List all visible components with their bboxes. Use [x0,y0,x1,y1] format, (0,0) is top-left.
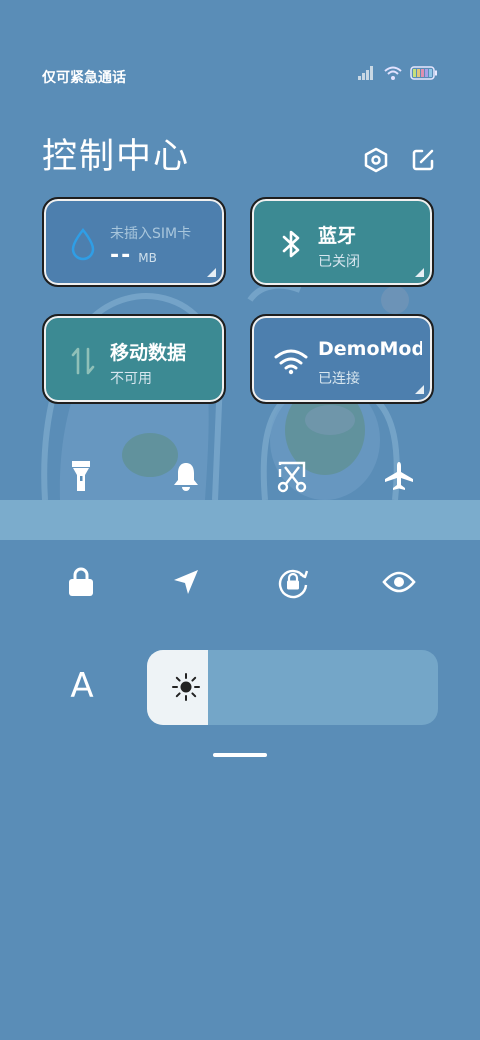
carrier-text: 仅可紧急通话 [42,70,126,86]
water-drop-icon [66,227,100,261]
sun-icon [172,673,200,701]
settings-button[interactable] [361,145,391,175]
location-arrow-icon [174,570,198,594]
home-indicator[interactable] [213,753,267,757]
expand-corner-icon [207,268,216,277]
tile-wifi-status: 已连接 [318,371,360,387]
airplane-mode-button[interactable] [379,456,419,496]
tile-wifi-label: DemoMod [318,338,422,360]
reading-mode-button[interactable] [379,562,419,602]
airplane-icon [385,462,413,490]
tile-mobile-data[interactable]: 移动数据 不可用 [42,314,226,404]
eye-icon [382,571,416,593]
tile-mobile-data-status: 不可用 [110,371,152,387]
bluetooth-icon [274,227,308,261]
expand-corner-icon [415,268,424,277]
bell-icon [174,463,198,491]
rotation-lock-icon [278,569,309,599]
tile-bluetooth-status: 已关闭 [318,254,360,270]
page-title: 控制中心 [42,137,191,177]
screenshot-scissors-icon [277,461,307,493]
edit-icon [412,149,434,171]
signal-icon [358,66,373,80]
tile-wifi[interactable]: DemoMod 已连接 [250,314,434,404]
data-usage-unit: MB [138,251,157,265]
data-arrows-icon [66,344,100,378]
expand-corner-icon [415,385,424,394]
flashlight-icon [72,461,90,491]
lock-screen-button[interactable] [61,562,101,602]
wifi-icon [384,66,402,80]
tile-mobile-data-label: 移动数据 [110,342,187,364]
tile-bluetooth[interactable]: 蓝牙 已关闭 [250,197,434,287]
brightness-slider[interactable] [147,650,438,725]
font-size-button[interactable]: A [62,666,102,706]
edit-button[interactable] [408,145,438,175]
battery-icon [410,66,437,80]
flashlight-button[interactable] [61,456,101,496]
status-bar: 仅可紧急通话 [0,60,480,92]
settings-hexagon-icon [364,147,388,173]
screenshot-button[interactable] [272,456,312,496]
background-band [0,500,480,540]
notification-sound-button[interactable] [166,456,206,496]
location-button[interactable] [166,562,206,602]
data-usage-value: -- [110,243,133,268]
lock-icon [69,567,93,596]
auto-rotate-button[interactable] [273,562,313,602]
wifi-icon [274,344,308,378]
tile-bluetooth-label: 蓝牙 [318,225,357,247]
tile-data-usage-label: 未插入SIM卡 [110,226,192,242]
tile-data-usage[interactable]: 未插入SIM卡 -- MB [42,197,226,287]
